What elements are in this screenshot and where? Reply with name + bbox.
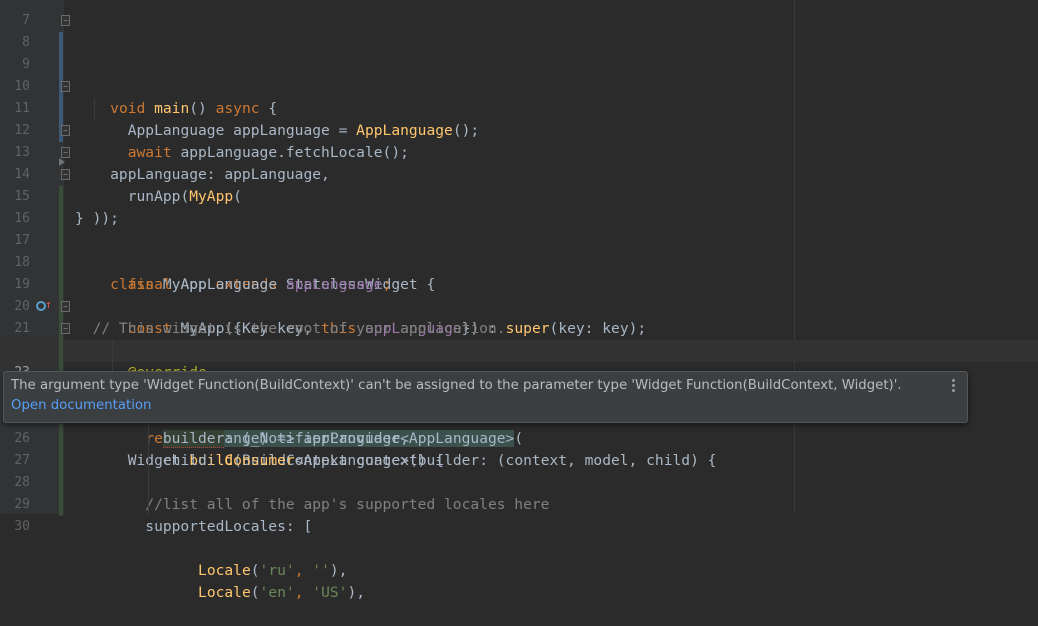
code-line: 7 [0,0,1038,28]
run-triangle-icon[interactable] [59,158,65,166]
line-number: 30 [14,519,30,534]
code-line[interactable]: 10 await appLanguage.fetchLocale(); [0,54,1038,161]
code-line[interactable]: 8 − void main() async { [0,10,1038,117]
fold-expand-icon[interactable]: − [61,147,70,158]
code-line-current[interactable]: 23 builder: (_) => appLanguage, [0,340,1038,448]
fold-collapse-icon[interactable]: − [61,81,70,92]
code-line[interactable]: 30 Locale('en', 'US'), [0,494,1038,601]
indent-guide [148,422,149,514]
fold-collapse-icon[interactable]: − [61,169,70,180]
vcs-added-marker [59,472,63,494]
vcs-added-marker [59,274,63,296]
vcs-added-marker [59,208,63,230]
code-line[interactable]: 12 appLanguage: appLanguage, [0,98,1038,183]
vcs-modified-marker [59,54,63,76]
vcs-modified-marker [59,98,63,120]
indent-guide [94,98,95,120]
override-arrow-icon: ↑ [45,298,52,311]
vcs-added-marker [59,428,63,450]
vcs-added-marker [59,252,63,274]
error-message: The argument type 'Widget Function(Build… [11,378,902,393]
fold-collapse-icon[interactable]: − [61,15,70,26]
code-line[interactable]: 27 //list all of the app's supported loc… [0,428,1038,513]
code-line[interactable]: 21 ↑ − Widget build(BuildContext context… [0,296,1038,469]
code-line[interactable]: 19 // This widget is the root of your ap… [0,252,1038,337]
vcs-added-marker [59,494,63,516]
code-line[interactable]: 28 supportedLocales: [ [0,450,1038,535]
vcs-modified-marker [59,32,63,54]
fold-expand-icon[interactable]: − [61,125,70,136]
code-line[interactable]: 22 − return ChangeNotifierProvider<AppLa… [0,318,1038,447]
vcs-added-marker [59,450,63,472]
code-text: Locale('en', 'US'), [198,584,366,601]
more-options-icon[interactable] [949,377,957,395]
code-line[interactable]: 20 @override [0,274,1038,381]
vcs-added-marker [59,230,63,252]
error-tooltip: The argument type 'Widget Function(Build… [3,371,968,423]
code-line[interactable]: 11 − runApp(MyApp( [0,76,1038,205]
code-line[interactable]: 16 final AppLanguage appLanguage; [0,186,1038,293]
code-line[interactable]: 13 − )); [0,120,1038,227]
open-documentation-link[interactable]: Open documentation [11,398,151,413]
vcs-added-marker [59,340,63,362]
code-line[interactable]: 18 const MyApp({Key key, this.appLanguag… [0,230,1038,337]
code-line[interactable]: 17 [0,208,1038,248]
fold-collapse-icon[interactable]: − [61,301,70,312]
code-text: supportedLocales: [ [75,518,313,535]
code-line[interactable]: 14 − } [0,142,1038,227]
vcs-added-marker [59,186,63,208]
code-line[interactable]: 9 AppLanguage appLanguage = AppLanguage(… [0,32,1038,139]
fold-collapse-icon[interactable]: − [61,323,70,334]
code-line[interactable]: 15 − class MyApp extends StatelessWidget… [0,158,1038,293]
code-line[interactable]: 29 Locale('ru', ''), [0,472,1038,579]
